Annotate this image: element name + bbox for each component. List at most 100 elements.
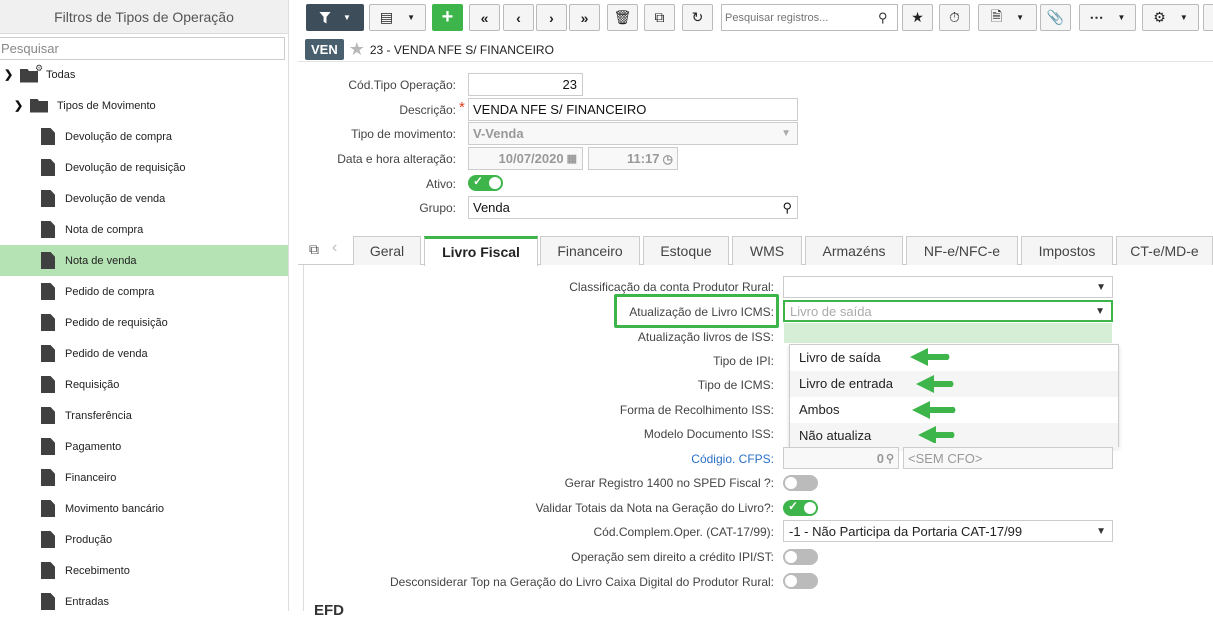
tree-item[interactable]: Devolução de compra	[0, 121, 288, 152]
group-value: Venda	[473, 200, 510, 215]
search-icon[interactable]: ⚲	[782, 200, 792, 216]
tree-item[interactable]: Nota de compra	[0, 214, 288, 245]
attachment-button[interactable]: 📎	[1040, 4, 1071, 31]
tab-impostos[interactable]: Impostos	[1021, 236, 1113, 265]
trash-icon: 🗑	[613, 9, 632, 25]
description-label: Descrição:	[399, 103, 456, 117]
settings-button[interactable]: ⚙ ▼	[1142, 4, 1199, 31]
sidebar-search-input[interactable]	[0, 37, 285, 60]
tree-item[interactable]: Nota de venda	[0, 245, 288, 276]
copy-icon: ⧉	[654, 9, 665, 25]
tree-item[interactable]: Transferência	[0, 400, 288, 431]
view-mode-button[interactable]: ▤ ▼	[369, 4, 426, 31]
dropdown-search-strip	[784, 323, 1112, 343]
tree-node-root[interactable]: ❯ ⚙ Todas	[0, 59, 288, 90]
double-chevron-left-icon: «	[480, 9, 489, 26]
tab-estoque[interactable]: Estoque	[643, 236, 729, 265]
movement-type-select[interactable]: V-Venda ▼	[468, 122, 798, 145]
tree-item[interactable]: Pedido de compra	[0, 276, 288, 307]
tree-item[interactable]: Movimento bancário	[0, 493, 288, 524]
icms-book-value: Livro de saída	[790, 303, 872, 319]
first-record-button[interactable]: «	[469, 4, 500, 31]
iss-model-label: Modelo Documento ISS:	[643, 427, 774, 441]
refresh-button[interactable]: ↻	[682, 4, 713, 31]
tree-item-label: Pagamento	[65, 440, 122, 453]
double-chevron-right-icon: »	[580, 9, 589, 26]
tree-item[interactable]: Requisição	[0, 369, 288, 400]
producer-account-select[interactable]: ▼	[783, 276, 1113, 298]
record-search-input[interactable]	[722, 5, 872, 30]
tab-nfe-nfce[interactable]: NF-e/NFC-e	[906, 236, 1018, 265]
tab-livro-fiscal[interactable]: Livro Fiscal	[424, 236, 538, 266]
tree-item[interactable]: Pedido de requisição	[0, 307, 288, 338]
tab-armazens[interactable]: Armazéns	[805, 236, 903, 265]
record-search-box[interactable]: ⚲	[721, 4, 898, 31]
active-toggle[interactable]: ✓	[468, 174, 503, 191]
tab-geral[interactable]: Geral	[353, 236, 421, 265]
validate-totals-toggle[interactable]: ✓	[783, 499, 818, 516]
arrow-left-icon	[912, 401, 956, 419]
tab-wms[interactable]: WMS	[732, 236, 802, 265]
duplicate-button[interactable]: ⧉	[644, 4, 675, 31]
copy-tab-icon[interactable]: ⧉	[309, 241, 319, 258]
file-icon	[41, 283, 55, 300]
tree-item-label: Requisição	[65, 378, 120, 391]
tree-item-label: Recebimento	[65, 564, 130, 577]
tree-item[interactable]: Pedido de venda	[0, 338, 288, 369]
toolbar: ▼ ▤ ▼ + « ‹ › » 🗑 ⧉ ↻ ⚲ ★ ⏱ 🗎 ▼ 📎 ⋯ ▼ ⚙ …	[298, 0, 1213, 36]
last-record-button[interactable]: »	[569, 4, 600, 31]
icms-book-select[interactable]: Livro de saída ▼	[783, 300, 1113, 322]
favorite-star-icon[interactable]: ★	[349, 39, 365, 60]
tab-cte-mde[interactable]: CT-e/MD-e	[1116, 236, 1213, 265]
tab-financeiro[interactable]: Financeiro	[540, 236, 640, 265]
disregard-top-toggle[interactable]	[783, 573, 818, 589]
tree-node-group[interactable]: ❯ Tipos de Movimento	[0, 90, 288, 121]
reg1400-toggle[interactable]	[783, 475, 818, 491]
search-icon[interactable]: ⚲	[886, 452, 894, 465]
tree-item-label: Nota de compra	[65, 223, 144, 236]
tree-item[interactable]: Devolução de venda	[0, 183, 288, 214]
tree-item[interactable]: Pagamento	[0, 431, 288, 462]
export-button[interactable]: 🗎 ▼	[978, 4, 1037, 31]
tree-item[interactable]: Devolução de requisição	[0, 152, 288, 183]
delete-button[interactable]: 🗑	[607, 4, 638, 31]
filter-button[interactable]: ▼	[306, 4, 364, 31]
tree-item-label: Devolução de venda	[65, 192, 166, 205]
chevron-down-icon[interactable]: ❯	[14, 99, 28, 112]
more-actions-button[interactable]: ⋯ ▼	[1079, 4, 1136, 31]
cod-field[interactable]: 23	[468, 73, 583, 96]
chevron-down-icon[interactable]: ❯	[4, 68, 18, 81]
search-icon[interactable]: ⚲	[878, 10, 888, 26]
favorite-button[interactable]: ★	[902, 4, 933, 31]
tree-item-label: Devolução de compra	[65, 130, 173, 143]
file-icon	[41, 128, 55, 145]
tree-item[interactable]: Entradas	[0, 586, 288, 611]
file-icon	[41, 407, 55, 424]
add-button[interactable]: +	[432, 4, 463, 31]
tree-node-label: Tipos de Movimento	[57, 99, 156, 112]
cfps-field[interactable]: 0 ⚲	[783, 447, 899, 469]
next-record-button[interactable]: ›	[536, 4, 567, 31]
timer-button[interactable]: ⏱	[939, 4, 970, 31]
stopwatch-icon: ⏱	[949, 9, 960, 25]
file-icon	[41, 562, 55, 579]
change-time-field[interactable]: 11:17 ◷	[588, 147, 678, 170]
arrow-left-icon	[916, 375, 954, 393]
change-date-field[interactable]: 10/07/2020 ▦	[468, 147, 583, 170]
filter-sidebar: Filtros de Tipos de Operação ❯ ⚙ Todas ❯…	[0, 0, 289, 611]
tree-item-label: Financeiro	[65, 471, 117, 484]
previous-record-button[interactable]: ‹	[503, 4, 534, 31]
cat-value: -1 - Não Participa da Portaria CAT-17/99	[789, 523, 1023, 539]
cat-select[interactable]: -1 - Não Participa da Portaria CAT-17/99…	[783, 520, 1113, 542]
tree-item[interactable]: Financeiro	[0, 462, 288, 493]
tree-item-label: Transferência	[65, 409, 132, 422]
tab-scroll-left-icon[interactable]: ‹	[332, 239, 337, 257]
tree-item[interactable]: Recebimento	[0, 555, 288, 586]
group-field[interactable]: Venda ⚲	[468, 196, 798, 219]
no-credit-toggle[interactable]	[783, 549, 818, 565]
cfps-label[interactable]: Códigio. CFPS:	[304, 452, 774, 466]
caret-down-icon: ▼	[1096, 281, 1106, 293]
description-field[interactable]: VENDA NFE S/ FINANCEIRO	[468, 98, 798, 121]
overflow-button[interactable]	[1203, 4, 1213, 31]
tree-item[interactable]: Produção	[0, 524, 288, 555]
